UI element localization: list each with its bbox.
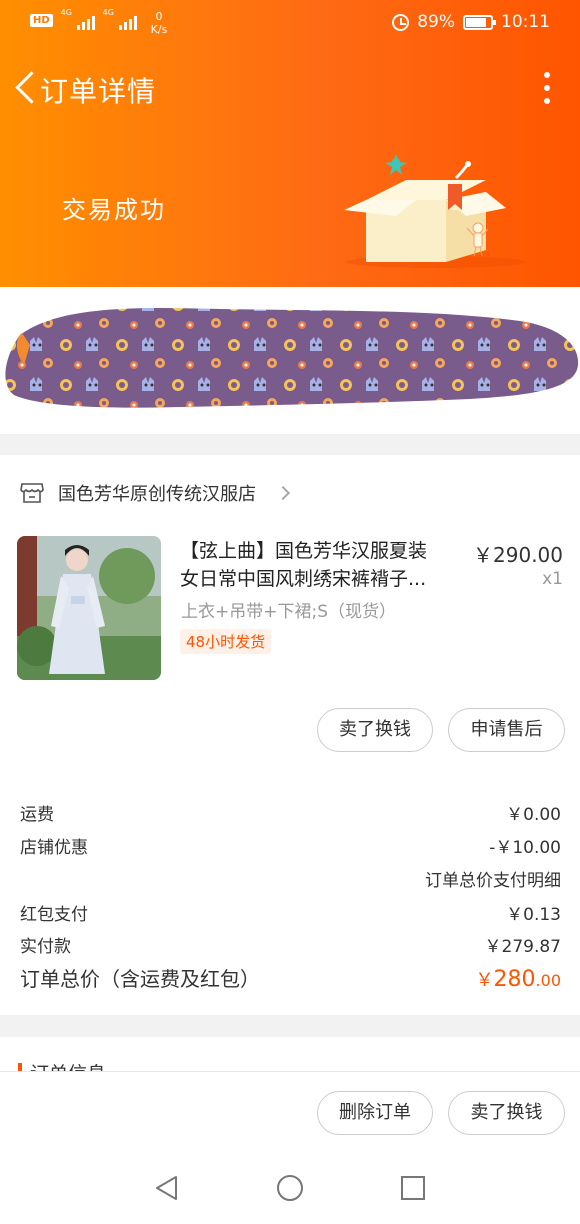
network-speed: 0 K/s bbox=[150, 10, 168, 36]
product-sku: 上衣+吊带+下裙;S（现货） bbox=[181, 602, 397, 622]
shipping-tag: 48小时发货 bbox=[180, 629, 272, 654]
order-total-row: 订单总价（含运费及红包） ￥280.00 bbox=[20, 963, 561, 992]
chevron-right-icon bbox=[275, 485, 291, 501]
battery-percent: 89% bbox=[417, 12, 455, 32]
shop-name: 国色芳华原创传统汉服店 bbox=[58, 484, 256, 505]
redaction-overlay bbox=[5, 308, 579, 408]
nav-bar: 订单详情 bbox=[0, 58, 580, 118]
shop-row[interactable]: 国色芳华原创传统汉服店 bbox=[20, 480, 291, 506]
clock: 10:11 bbox=[501, 12, 550, 32]
product-image[interactable] bbox=[17, 536, 161, 680]
freight-row: 运费 ￥0.00 bbox=[20, 805, 561, 825]
shop-discount-row: 店铺优惠 -￥10.00 bbox=[20, 838, 561, 858]
hd-badge: HD bbox=[30, 14, 53, 27]
redpacket-row: 红包支付 ￥0.13 bbox=[20, 905, 561, 925]
product-quantity: x1 bbox=[542, 569, 563, 589]
signal-icon: 4G bbox=[103, 8, 137, 30]
after-sale-button[interactable]: 申请售后 bbox=[448, 708, 565, 752]
order-header: HD 4G 4G 0 K/s 89% 10:11 订单详情 交易成功 bbox=[0, 0, 580, 287]
chevron-left-icon[interactable] bbox=[12, 70, 42, 104]
signal-icon: 4G bbox=[61, 8, 95, 30]
paid-amount-row: 实付款 ￥279.87 bbox=[20, 937, 561, 957]
bottom-action-bar: 删除订单 卖了换钱 bbox=[0, 1071, 580, 1155]
shipping-address-redacted bbox=[0, 287, 580, 434]
order-total-label: 订单总价（含运费及红包） bbox=[20, 967, 260, 991]
product-title[interactable]: 【弦上曲】国色芳华汉服夏装 女日常中国风刺绣宋裤褙子... bbox=[180, 537, 460, 593]
battery-icon bbox=[463, 14, 496, 30]
square-recent-icon[interactable] bbox=[398, 1173, 428, 1203]
system-nav-bar bbox=[0, 1155, 580, 1224]
order-status: 交易成功 bbox=[62, 196, 166, 224]
order-card: 国色芳华原创传统汉服店 【弦上曲】国色芳华汉服夏装 女日常中国风刺绣宋裤褙子..… bbox=[0, 455, 580, 1015]
circle-home-icon[interactable] bbox=[275, 1173, 305, 1203]
delete-order-button[interactable]: 删除订单 bbox=[317, 1091, 433, 1135]
payment-detail-link[interactable]: 订单总价支付明细 bbox=[425, 866, 561, 891]
package-illustration bbox=[344, 154, 526, 268]
status-bar: HD 4G 4G 0 K/s 89% 10:11 bbox=[0, 0, 580, 48]
resell-button-bottom[interactable]: 卖了换钱 bbox=[448, 1091, 565, 1135]
product-price: ￥290.00 bbox=[473, 543, 563, 567]
alarm-icon bbox=[392, 13, 410, 31]
store-icon bbox=[20, 483, 44, 503]
order-total-value: ￥280.00 bbox=[475, 967, 561, 992]
more-vertical-icon[interactable] bbox=[542, 72, 552, 104]
page-title: 订单详情 bbox=[40, 75, 157, 108]
triangle-back-icon[interactable] bbox=[152, 1173, 182, 1203]
resell-button[interactable]: 卖了换钱 bbox=[317, 708, 433, 752]
